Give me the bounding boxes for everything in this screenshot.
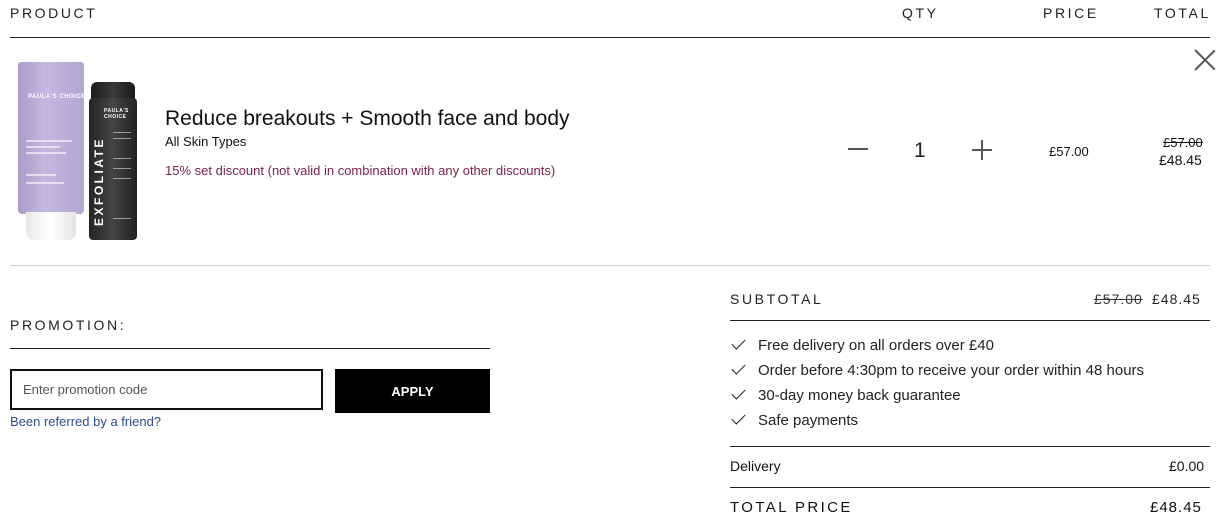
header-price: PRICE	[1043, 5, 1099, 21]
header-total: TOTAL	[1154, 5, 1211, 21]
perk-text: 30-day money back guarantee	[758, 387, 961, 404]
perk-item: Free delivery on all orders over £40	[731, 335, 994, 354]
check-icon	[731, 385, 746, 400]
product-subtitle: All Skin Types	[165, 134, 247, 149]
original-total: £57.00	[1163, 135, 1203, 150]
subtotal-discounted: £48.45	[1152, 291, 1201, 307]
increase-quantity-button[interactable]	[972, 140, 992, 160]
header-product: PRODUCT	[10, 5, 98, 21]
product-image-bottle[interactable]: PAULA'S CHOICE EXFOLIATE	[89, 82, 137, 240]
referral-link[interactable]: Been referred by a friend?	[10, 414, 161, 429]
header-divider	[10, 37, 1210, 38]
total-price-value: £48.45	[1150, 499, 1202, 516]
bottle-brand-text: PAULA'S CHOICE	[104, 108, 129, 120]
delivery-label: Delivery	[730, 458, 781, 474]
decrease-quantity-button[interactable]	[848, 148, 868, 150]
check-icon	[731, 410, 746, 425]
delivery-divider	[730, 487, 1210, 488]
subtotal-divider	[730, 320, 1210, 321]
product-image-tube[interactable]: PAULA'S CHOICE	[18, 62, 86, 240]
perk-item: Safe payments	[731, 410, 859, 429]
perks-divider	[730, 446, 1210, 447]
perk-item: 30-day money back guarantee	[731, 385, 961, 404]
quantity-value: 1	[914, 139, 926, 162]
perk-text: Free delivery on all orders over £40	[758, 337, 994, 354]
tube-brand-text: PAULA'S CHOICE	[28, 94, 86, 100]
apply-promotion-button[interactable]: APPLY	[335, 369, 490, 413]
item-divider	[10, 265, 1210, 266]
discount-note: 15% set discount (not valid in combinati…	[165, 163, 556, 178]
bottle-label-text: EXFOLIATE	[92, 137, 106, 226]
delivery-value: £0.00	[1169, 458, 1205, 474]
perk-text: Safe payments	[758, 412, 859, 429]
total-price-label: TOTAL PRICE	[730, 499, 853, 516]
discounted-total: £48.45	[1159, 152, 1202, 168]
check-icon	[731, 360, 746, 375]
perk-item: Order before 4:30pm to receive your orde…	[731, 360, 1145, 379]
header-qty: QTY	[902, 5, 939, 21]
subtotal-original: £57.00	[1094, 291, 1143, 307]
unit-price: £57.00	[1049, 144, 1089, 159]
promotion-divider	[10, 348, 490, 349]
product-name[interactable]: Reduce breakouts + Smooth face and body	[165, 107, 570, 131]
check-icon	[731, 335, 746, 350]
promotion-code-input[interactable]	[10, 369, 323, 410]
subtotal-label: SUBTOTAL	[730, 291, 824, 307]
remove-item-close-icon[interactable]	[1194, 49, 1216, 71]
promotion-label: PROMOTION:	[10, 317, 127, 333]
perk-text: Order before 4:30pm to receive your orde…	[758, 362, 1145, 379]
